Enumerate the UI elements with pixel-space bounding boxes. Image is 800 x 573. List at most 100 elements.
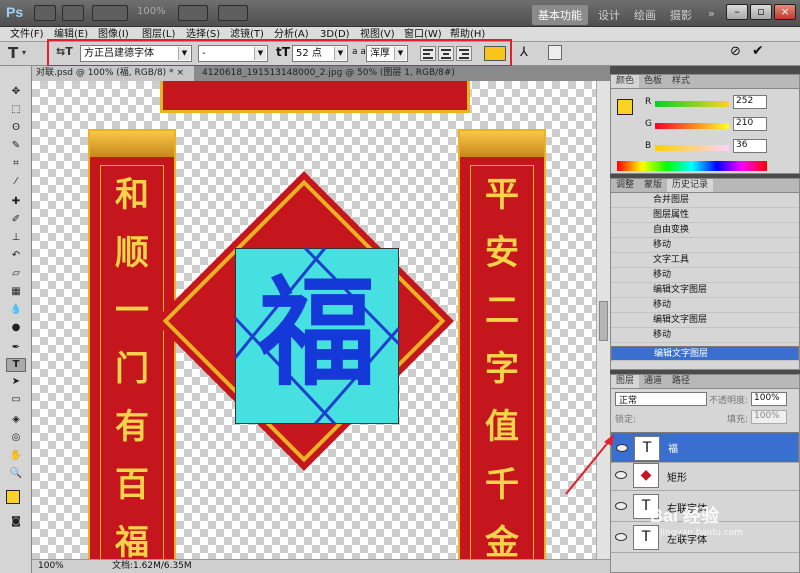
close-icon[interactable]: ×	[176, 68, 184, 78]
text-layer-thumbnail-icon: T	[634, 436, 660, 461]
b-label: B	[645, 141, 652, 151]
b-value-input[interactable]: 36	[733, 139, 767, 153]
history-item[interactable]: 编辑文字图层	[611, 313, 799, 328]
couplet-char: 千	[485, 465, 519, 505]
workspace-photography[interactable]: 摄影	[664, 5, 698, 25]
workspace-painting[interactable]: 绘画	[628, 5, 662, 25]
commit-edit-icon[interactable]: ✔	[752, 43, 764, 59]
couplet-char: 安	[485, 233, 519, 273]
clone-stamp-tool-icon[interactable]: ⊥	[6, 232, 26, 246]
layer-row[interactable]: ◆ 矩形	[611, 460, 799, 491]
b-slider[interactable]	[655, 145, 729, 151]
r-value-input[interactable]: 252	[733, 95, 767, 109]
history-item-label: 移动	[653, 270, 672, 280]
g-value-input[interactable]: 210	[733, 117, 767, 131]
zoom-tool-icon[interactable]: 🔍	[6, 468, 26, 482]
eraser-tool-icon[interactable]: ▱	[6, 268, 26, 282]
fu-character: 福	[257, 263, 376, 402]
type-tool-icon[interactable]: T	[6, 358, 26, 372]
hand-tool-icon[interactable]: ✋	[6, 450, 26, 464]
tab-document-2[interactable]: 4120618_191513148000_2.jpg @ 50% (图层 1, …	[198, 66, 466, 93]
tab-label: 对联.psd @ 100% (福, RGB/8) *	[36, 68, 174, 78]
history-item[interactable]: 移动	[611, 238, 799, 253]
foreground-color-swatch[interactable]	[6, 490, 20, 504]
tab-color[interactable]: 颜色	[611, 75, 640, 88]
workspace-more[interactable]: »	[702, 5, 721, 22]
tab-layers[interactable]: 图层	[611, 375, 640, 388]
close-button[interactable]: ×	[774, 4, 796, 20]
quick-select-tool-icon[interactable]: ✎	[6, 140, 26, 154]
tab-masks[interactable]: 蒙版	[639, 179, 667, 192]
fill-input[interactable]: 100%	[751, 410, 787, 424]
hand-tool-button[interactable]	[178, 5, 208, 21]
history-item-label: 编辑文字图层	[653, 285, 708, 295]
cancel-edit-icon[interactable]: ⊘	[730, 44, 741, 59]
tab-swatches[interactable]: 色板	[639, 75, 667, 88]
pen-tool-icon[interactable]: ✒	[6, 342, 26, 356]
bridge-button[interactable]	[34, 5, 56, 21]
workspace-design[interactable]: 设计	[592, 5, 626, 25]
top-banner	[160, 81, 470, 113]
history-item-label: 移动	[653, 330, 672, 340]
quick-mask-icon[interactable]: ◙	[6, 516, 26, 530]
text-tool-icon[interactable]: T	[8, 44, 18, 62]
dodge-tool-icon[interactable]: ●	[6, 322, 26, 336]
eyedropper-tool-icon[interactable]: ⁄	[6, 176, 26, 190]
visibility-eye-icon[interactable]	[615, 533, 627, 541]
mini-bridge-button[interactable]	[62, 5, 84, 21]
history-item[interactable]: 移动	[611, 328, 799, 343]
history-item[interactable]: 合并图层	[611, 193, 799, 208]
history-item-selected[interactable]: 编辑文字图层	[611, 346, 799, 361]
couplet-char: 二	[485, 291, 519, 331]
opacity-input[interactable]: 100%	[751, 392, 787, 406]
history-item[interactable]: 自由变换	[611, 223, 799, 238]
tab-document-1[interactable]: 对联.psd @ 100% (福, RGB/8) * ×	[32, 66, 194, 81]
arrange-documents-button[interactable]	[218, 5, 248, 21]
3d-rotate-tool-icon[interactable]: ◈	[6, 414, 26, 428]
color-fg-swatch[interactable]	[617, 99, 633, 115]
restore-button[interactable]: ▫	[750, 4, 772, 20]
workspace-essentials[interactable]: 基本功能	[532, 5, 588, 25]
brush-tool-icon[interactable]: ✐	[6, 214, 26, 228]
zoom-level-display[interactable]: 100%	[137, 6, 166, 17]
color-spectrum-bar[interactable]	[617, 161, 767, 171]
history-item[interactable]: 移动	[611, 268, 799, 283]
blend-mode-select[interactable]: 正常	[615, 392, 707, 406]
status-zoom[interactable]: 100%	[38, 560, 64, 573]
history-item[interactable]: 移动	[611, 298, 799, 313]
blur-tool-icon[interactable]: 💧	[6, 304, 26, 318]
tab-adjustments[interactable]: 调整	[611, 179, 639, 192]
couplet-char: 百	[115, 465, 149, 505]
path-selection-tool-icon[interactable]: ➤	[6, 376, 26, 390]
character-panel-toggle-icon[interactable]	[548, 45, 562, 60]
r-slider[interactable]	[655, 101, 729, 107]
tab-styles[interactable]: 样式	[667, 75, 695, 88]
visibility-eye-icon[interactable]	[615, 502, 627, 510]
tab-paths[interactable]: 路径	[667, 375, 695, 388]
history-brush-tool-icon[interactable]: ↶	[6, 250, 26, 264]
marquee-tool-icon[interactable]: ⬚	[6, 104, 26, 118]
history-item[interactable]: 编辑文字图层	[611, 283, 799, 298]
3d-orbit-tool-icon[interactable]: ◎	[6, 432, 26, 446]
menu-file[interactable]: 文件(F)	[6, 27, 48, 42]
view-extras-button[interactable]	[92, 5, 128, 21]
lasso-tool-icon[interactable]: ʘ	[6, 122, 26, 136]
move-tool-icon[interactable]: ✥	[6, 86, 26, 100]
healing-brush-tool-icon[interactable]: ✚	[6, 196, 26, 210]
history-item[interactable]: 文字工具	[611, 253, 799, 268]
history-panel-tabs: 调整 蒙版 历史记录	[611, 179, 799, 193]
couplet-ornament	[90, 131, 174, 157]
gradient-tool-icon[interactable]: ▦	[6, 286, 26, 300]
crop-tool-icon[interactable]: ⌗	[6, 158, 26, 172]
history-item[interactable]: 图层属性	[611, 208, 799, 223]
minimize-button[interactable]: –	[726, 4, 748, 20]
tool-preset-chevron-icon[interactable]: ▾	[22, 48, 26, 57]
layer-row[interactable]: T福	[611, 432, 799, 463]
warp-text-icon[interactable]: ⅄	[520, 45, 528, 60]
document-canvas[interactable]: 和 顺 一 门 有 百 福 平 安 二 字 值 千 金 福	[32, 81, 610, 559]
scrollbar-thumb[interactable]	[599, 301, 608, 341]
tab-history[interactable]: 历史记录	[667, 179, 714, 192]
g-slider[interactable]	[655, 123, 729, 129]
shape-tool-icon[interactable]: ▭	[6, 394, 26, 408]
tab-channels[interactable]: 通道	[639, 375, 667, 388]
